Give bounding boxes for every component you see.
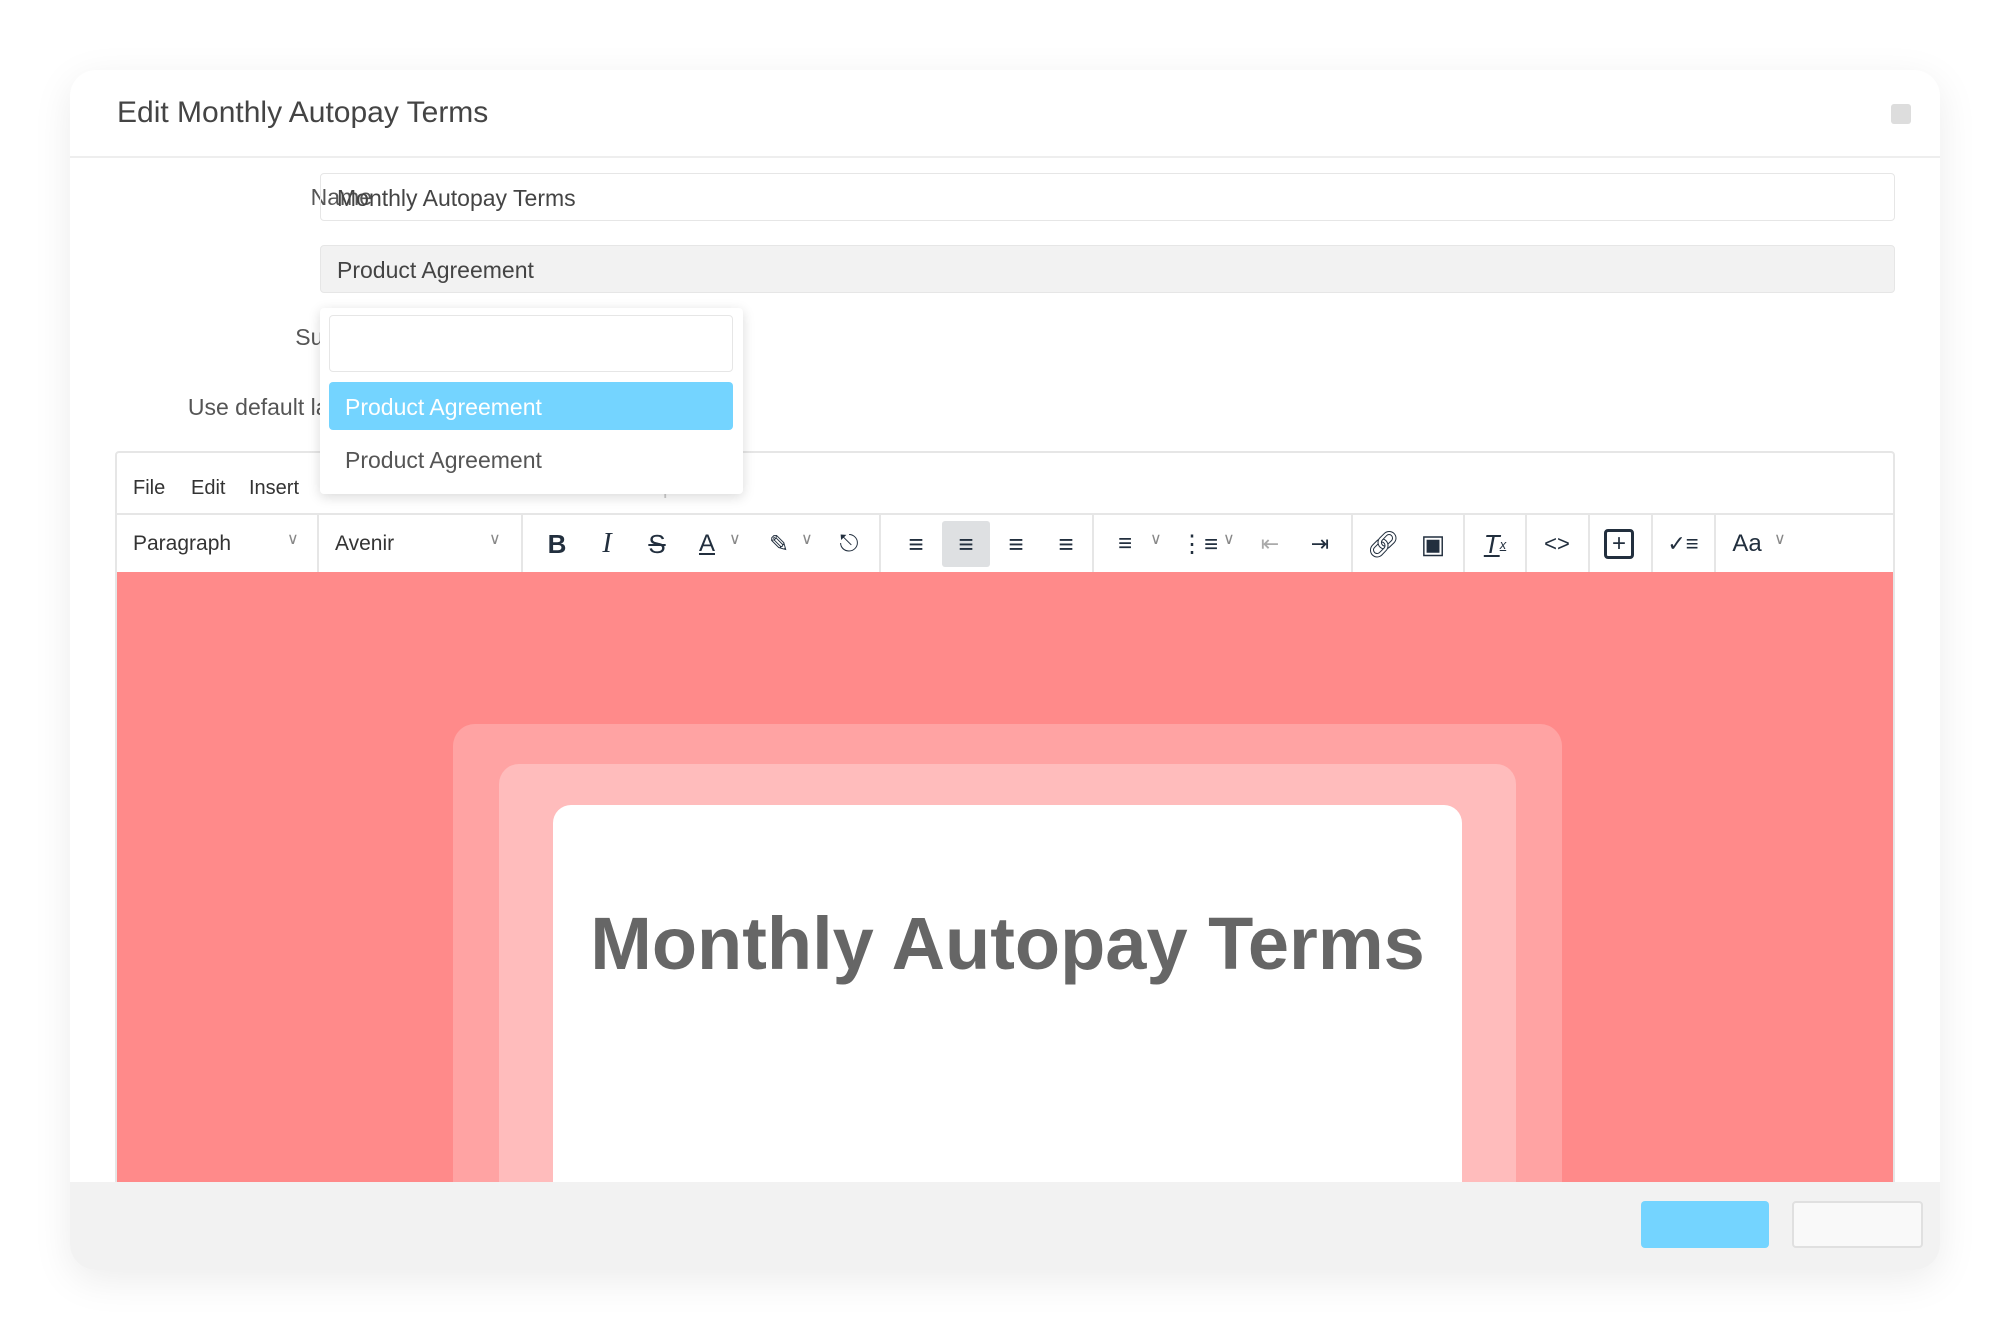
source-code-icon[interactable]: <>: [1537, 521, 1577, 567]
type-select[interactable]: Product Agreement: [320, 245, 1895, 293]
dialog-title: Edit Monthly Autopay Terms: [117, 96, 489, 129]
strikethrough-icon[interactable]: S: [637, 521, 677, 567]
bullet-list-icon[interactable]: ⋮≡: [1179, 521, 1219, 567]
rich-text-editor: File Edit Insert View Format Table Tools…: [115, 451, 1895, 1191]
chevron-down-icon: ∨: [1223, 531, 1235, 548]
align-center-icon[interactable]: ≡: [942, 521, 990, 567]
chevron-down-icon: ∨: [1774, 531, 1786, 548]
block-format-select[interactable]: Paragraph: [133, 521, 313, 567]
dropdown-search-input[interactable]: [329, 315, 733, 372]
editor-toolbar: Paragraph ∨ Avenir ∨ B I S A ∨ ✎ ∨ ⎋ ≡ ≡…: [117, 515, 1893, 572]
menu-edit[interactable]: Edit: [191, 477, 225, 500]
chevron-down-icon: ∨: [1150, 531, 1162, 548]
edit-dialog: Edit Monthly Autopay Terms Name Monthly …: [70, 70, 1940, 1270]
content-heading: Monthly Autopay Terms: [590, 902, 1425, 985]
type-dropdown: Product Agreement Product Agreement: [320, 308, 743, 494]
editor-content[interactable]: Monthly Autopay Terms: [117, 572, 1893, 1189]
align-justify-icon[interactable]: ≡: [1042, 521, 1090, 567]
checklist-icon[interactable]: ✓≡: [1663, 521, 1703, 567]
highlight-color-icon[interactable]: ✎: [759, 521, 799, 567]
dialog-footer: [70, 1182, 1940, 1270]
block-format-value: Paragraph: [133, 532, 232, 555]
align-right-icon[interactable]: ≡: [992, 521, 1040, 567]
dialog-header: Edit Monthly Autopay Terms: [70, 70, 1940, 158]
indent-icon[interactable]: ⇥: [1300, 521, 1340, 567]
dropdown-option[interactable]: Product Agreement: [329, 435, 733, 483]
dropdown-option[interactable]: Product Agreement: [329, 382, 733, 430]
numbered-list-icon[interactable]: ≡: [1105, 521, 1145, 567]
content-card: Monthly Autopay Terms: [553, 805, 1462, 1189]
chevron-down-icon: ∨: [801, 531, 813, 548]
chevron-down-icon: ∨: [489, 531, 501, 548]
chevron-down-icon: ∨: [287, 531, 299, 548]
link-icon[interactable]: 🔗︎: [1363, 521, 1403, 567]
chevron-down-icon: ∨: [729, 531, 741, 548]
close-button[interactable]: [1891, 104, 1911, 124]
add-comment-icon[interactable]: +: [1604, 529, 1634, 559]
text-color-icon[interactable]: A: [687, 521, 727, 567]
font-size-icon[interactable]: Aa: [1727, 521, 1767, 567]
menu-insert[interactable]: Insert: [249, 477, 299, 500]
font-family-select[interactable]: Avenir: [335, 521, 515, 567]
save-button[interactable]: [1641, 1201, 1769, 1248]
format-painter-icon[interactable]: ⎋: [829, 521, 869, 567]
image-icon[interactable]: ▣: [1413, 521, 1453, 567]
italic-icon[interactable]: I: [587, 521, 627, 567]
outdent-icon[interactable]: ⇤: [1250, 521, 1290, 567]
menu-file[interactable]: File: [133, 477, 165, 500]
font-family-value: Avenir: [335, 532, 395, 555]
bold-icon[interactable]: B: [537, 521, 577, 567]
align-left-icon[interactable]: ≡: [892, 521, 940, 567]
name-input[interactable]: Monthly Autopay Terms: [320, 173, 1895, 221]
clear-formatting-icon[interactable]: Tx: [1475, 521, 1515, 567]
cancel-button[interactable]: [1792, 1201, 1923, 1248]
